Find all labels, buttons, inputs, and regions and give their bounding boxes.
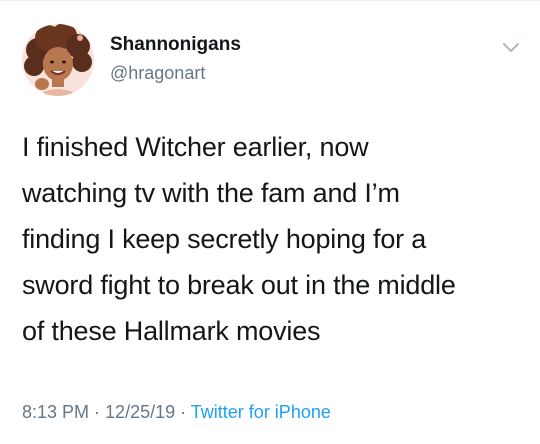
tweet-metadata: 8:13 PM · 12/25/19 · Twitter for iPhone — [22, 400, 331, 424]
display-name[interactable]: Shannonigans — [110, 33, 241, 57]
author-names: Shannonigans @hragonart — [110, 33, 241, 85]
tweet-time[interactable]: 8:13 PM — [22, 402, 89, 422]
tweet-date[interactable]: 12/25/19 — [105, 402, 175, 422]
tweet-text-line: sword fight to break out in the middle — [22, 270, 456, 300]
meta-separator: · — [89, 402, 106, 422]
meta-separator: · — [175, 402, 191, 422]
user-handle[interactable]: @hragonart — [110, 61, 241, 85]
tweet-text-line: finding I keep secretly hoping for a — [22, 224, 427, 254]
tweet-header: Shannonigans @hragonart — [22, 24, 522, 96]
tweet-source-link[interactable]: Twitter for iPhone — [191, 402, 331, 422]
top-divider — [0, 0, 540, 1]
tweet-text-line: I finished Witcher earlier, now — [22, 132, 369, 162]
avatar[interactable] — [22, 24, 94, 96]
tweet-text: I finished Witcher earlier, now watching… — [22, 124, 522, 354]
chevron-down-icon[interactable] — [500, 36, 522, 58]
tweet-text-line: of these Hallmark movies — [22, 316, 321, 346]
avatar-portrait-icon — [22, 24, 94, 96]
tweet-text-line: watching tv with the fam and I’m — [22, 178, 400, 208]
